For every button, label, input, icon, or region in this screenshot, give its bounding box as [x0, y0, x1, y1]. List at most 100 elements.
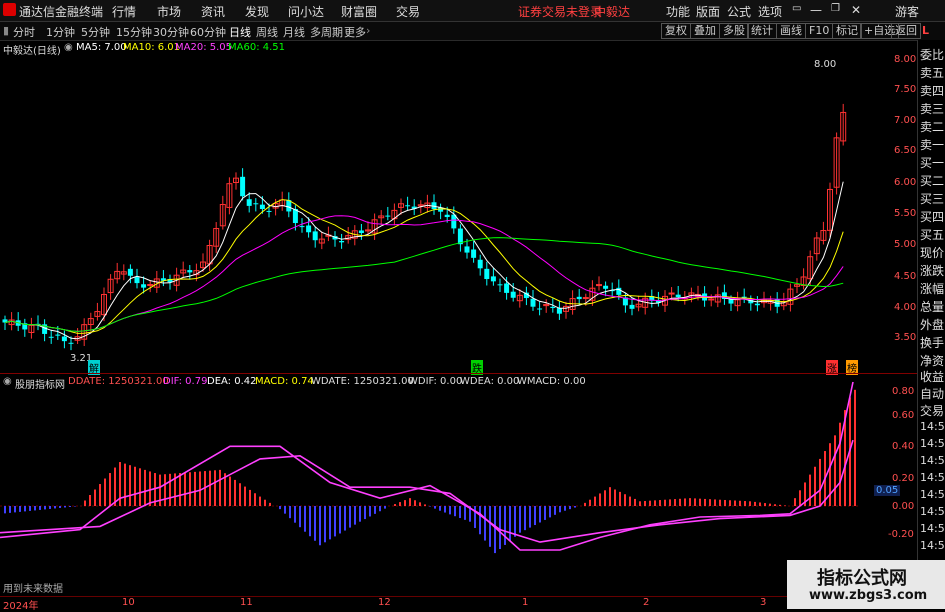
- candle-body: [253, 203, 259, 205]
- quote-turnover[interactable]: 换手: [920, 334, 944, 351]
- quote-weibi[interactable]: 委比: [920, 46, 944, 63]
- quote-netasset[interactable]: 净资: [920, 352, 944, 369]
- trade-panel: 自动 交易 14:56 14:56 14:56 14:56 14:56 14:5…: [917, 380, 945, 560]
- candle-body: [339, 240, 345, 243]
- candle-body: [299, 226, 305, 228]
- candle-body: [576, 296, 582, 300]
- period-1min[interactable]: 1分钟: [46, 24, 75, 40]
- tool-fuquan[interactable]: 复权: [661, 23, 691, 39]
- login-notice[interactable]: 证券交易未登录: [518, 3, 602, 20]
- watermark-url: www.zbgs3.com: [809, 588, 928, 603]
- candle-body: [530, 298, 536, 307]
- quote-change-pct[interactable]: 涨幅: [920, 280, 944, 297]
- candle-body: [603, 285, 609, 289]
- quote-buy2[interactable]: 买二: [920, 172, 944, 189]
- menu-item-wenxiaoda[interactable]: 问小达: [288, 3, 324, 20]
- auto-trade[interactable]: 自动: [920, 385, 944, 402]
- watermark-title: 指标公式网: [817, 568, 907, 589]
- menu-item-caifuquan[interactable]: 财富圈: [341, 3, 377, 20]
- period-15min[interactable]: 15分钟: [116, 24, 152, 40]
- quote-price[interactable]: 现价: [920, 244, 944, 261]
- menu-item-gongshi[interactable]: 公式: [727, 3, 751, 20]
- candle-body: [312, 231, 318, 241]
- quote-buy1[interactable]: 买一: [920, 154, 944, 171]
- period-30min[interactable]: 30分钟: [153, 24, 189, 40]
- period-monthly[interactable]: 月线: [283, 24, 305, 40]
- menu-item-xuanxiang[interactable]: 选项: [758, 3, 782, 20]
- price-axis: 8.00 7.50 7.00 6.50 6.00 5.50 5.00 4.50 …: [860, 40, 917, 375]
- quote-sell4[interactable]: 卖四: [920, 82, 944, 99]
- price-label: 5.50: [894, 208, 917, 219]
- candle-body: [240, 176, 246, 197]
- month-label: 2: [643, 597, 650, 608]
- quote-sell5[interactable]: 卖五: [920, 64, 944, 81]
- candle-body: [728, 299, 734, 304]
- kline-chart[interactable]: [0, 40, 917, 375]
- candle-body: [444, 214, 450, 218]
- period-fenshi[interactable]: 分时: [13, 24, 35, 40]
- restore-icon[interactable]: ❐: [831, 3, 840, 14]
- menu-item-faxian[interactable]: 发现: [245, 3, 269, 20]
- tool-diejia[interactable]: 叠加: [690, 23, 720, 39]
- app-logo-icon: [3, 3, 16, 16]
- month-label: 3: [760, 597, 767, 608]
- macd-axis-label: 0.20: [892, 473, 915, 484]
- tool-f10[interactable]: F10: [805, 23, 834, 39]
- macd-chart[interactable]: [0, 375, 917, 597]
- quote-change[interactable]: 涨跌: [920, 262, 944, 279]
- chevron-right-icon[interactable]: ›: [366, 24, 370, 37]
- candle-body: [497, 284, 503, 286]
- quote-buy5[interactable]: 买五: [920, 226, 944, 243]
- period-multi[interactable]: 多周期: [310, 24, 343, 40]
- close-icon[interactable]: ✕: [851, 3, 861, 17]
- period-daily[interactable]: 日线: [229, 24, 251, 40]
- tick-time: 14:56: [920, 488, 945, 501]
- app-title: 通达信金融终端: [19, 5, 104, 19]
- menu-item-zixun[interactable]: 资讯: [201, 3, 225, 20]
- minimize-icon[interactable]: —: [810, 3, 822, 17]
- macd-current-tag: 0.05: [874, 485, 901, 496]
- candle-body: [405, 205, 411, 207]
- menu-item-shichang[interactable]: 市场: [157, 3, 181, 20]
- ma5-line: [4, 181, 844, 340]
- price-label: 6.00: [894, 177, 917, 188]
- site-watermark: 指标公式网 www.zbgs3.com: [787, 560, 945, 609]
- side-letter[interactable]: L: [922, 24, 929, 37]
- menu-item-hangqing[interactable]: 行情: [112, 3, 136, 20]
- candle-body: [629, 304, 635, 309]
- quote-sell2[interactable]: 卖二: [920, 118, 944, 135]
- tool-tongji[interactable]: 统计: [747, 23, 777, 39]
- tick-time: 14:56: [920, 420, 945, 433]
- quote-volume[interactable]: 总量: [920, 298, 944, 315]
- candle-body: [68, 342, 74, 344]
- menu-item-gongneng[interactable]: 功能: [666, 3, 690, 20]
- quote-sell1[interactable]: 卖一: [920, 136, 944, 153]
- tool-huaxian[interactable]: 画线: [776, 23, 806, 39]
- tool-duogu[interactable]: 多股: [719, 23, 749, 39]
- candle-body: [55, 334, 61, 336]
- window-menu-icon[interactable]: ▭: [792, 3, 801, 14]
- candle-body: [266, 210, 272, 212]
- period-5min[interactable]: 5分钟: [81, 24, 110, 40]
- dea-line: [0, 439, 854, 543]
- tool-biaoji[interactable]: 标记: [832, 23, 862, 39]
- toggle-icon[interactable]: ▮: [3, 24, 9, 37]
- candle-body: [616, 287, 622, 295]
- menu-item-jiaoyi[interactable]: 交易: [396, 3, 420, 20]
- menu-item-banmian[interactable]: 版面: [696, 3, 720, 20]
- quote-sell3[interactable]: 卖三: [920, 100, 944, 117]
- future-data-note: 用到未来数据: [3, 584, 63, 595]
- quote-buy4[interactable]: 买四: [920, 208, 944, 225]
- period-more[interactable]: 更多: [344, 24, 366, 40]
- trade-label[interactable]: 交易: [920, 402, 944, 419]
- quote-outer[interactable]: 外盘: [920, 316, 944, 333]
- tool-back[interactable]: 返回: [891, 23, 921, 39]
- period-weekly[interactable]: 周线: [256, 24, 278, 40]
- candle-body: [582, 297, 589, 300]
- guest-label[interactable]: 游客: [895, 3, 919, 20]
- period-60min[interactable]: 60分钟: [190, 24, 226, 40]
- month-label: 12: [378, 597, 391, 608]
- quote-buy3[interactable]: 买三: [920, 190, 944, 207]
- panel-divider[interactable]: [0, 373, 917, 374]
- macd-axis-label: -0.20: [888, 529, 914, 540]
